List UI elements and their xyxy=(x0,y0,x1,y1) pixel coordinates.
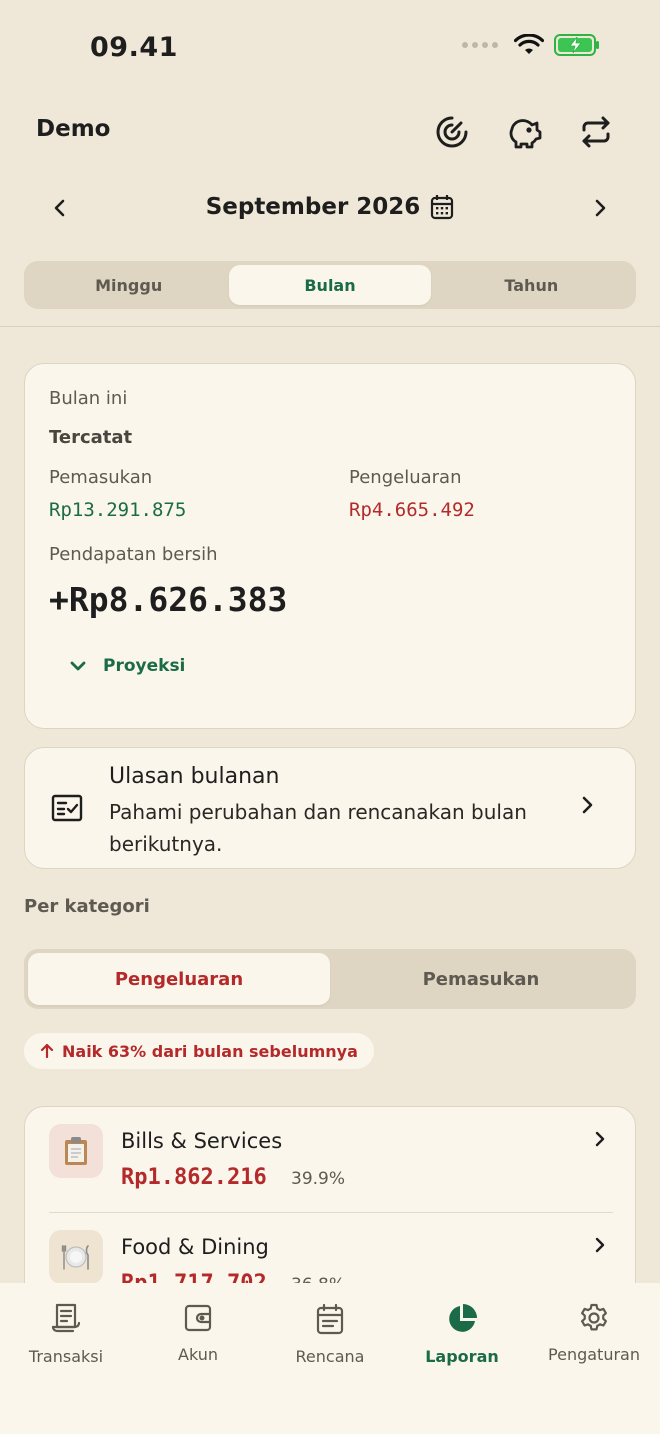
tab-year[interactable]: Tahun xyxy=(431,265,632,305)
recorded-label: Tercatat xyxy=(49,427,133,448)
review-subtitle: Pahami perubahan dan rencanakan bulan be… xyxy=(109,800,527,856)
net-income-label: Pendapatan bersih xyxy=(49,544,218,565)
nav-label: Laporan xyxy=(425,1347,499,1366)
nav-plans[interactable]: Rencana xyxy=(264,1283,396,1434)
expense-value: Rp4.665.492 xyxy=(349,499,475,521)
pie-chart-icon xyxy=(449,1304,477,1332)
arrow-up-icon xyxy=(40,1043,54,1059)
wifi-icon xyxy=(514,34,544,54)
savings-button[interactable] xyxy=(502,110,546,154)
category-percent: 39.9% xyxy=(291,1169,346,1189)
review-title: Ulasan bulanan xyxy=(109,764,280,789)
nav-settings[interactable]: Pengaturan xyxy=(528,1283,660,1434)
header-divider xyxy=(0,326,660,327)
gear-icon xyxy=(581,1303,607,1331)
summary-card: Bulan ini Tercatat Pemasukan Rp13.291.87… xyxy=(24,363,636,729)
category-section-title: Per kategori xyxy=(24,896,150,917)
category-name: Food & Dining xyxy=(121,1235,269,1259)
period-segmented-control: Minggu Bulan Tahun xyxy=(24,261,636,309)
nav-reports[interactable]: Laporan xyxy=(396,1283,528,1434)
chevron-right-icon xyxy=(582,796,593,814)
category-item-bills[interactable]: Bills & Services Rp1.862.216 39.9% xyxy=(25,1107,635,1213)
bottom-navigation: Transaksi Akun Rencana Laporan Pengatura… xyxy=(0,1283,660,1434)
net-income-value: +Rp8.626.383 xyxy=(49,580,288,619)
calendar-icon xyxy=(431,195,454,220)
nav-label: Transaksi xyxy=(28,1347,104,1366)
monthly-review-card[interactable]: Ulasan bulanan Pahami perubahan dan renc… xyxy=(24,747,636,869)
nav-label: Rencana xyxy=(295,1347,365,1366)
chevron-right-icon xyxy=(595,1131,605,1147)
tab-income[interactable]: Pemasukan xyxy=(330,953,632,1005)
income-label: Pemasukan xyxy=(49,467,153,488)
nav-label: Pengaturan xyxy=(548,1345,640,1364)
clipboard-icon xyxy=(49,1124,103,1178)
calendar-icon xyxy=(316,1303,344,1335)
category-name: Bills & Services xyxy=(121,1129,283,1153)
checklist-icon xyxy=(51,794,83,822)
month-label: September 2026 xyxy=(205,194,421,220)
category-amount: Rp1.862.216 xyxy=(121,1165,267,1190)
projection-label: Proyeksi xyxy=(103,656,186,676)
status-bar: 09.41 xyxy=(0,0,660,96)
wallet-icon xyxy=(184,1304,212,1332)
nav-label: Akun xyxy=(178,1345,218,1364)
change-text: Naik 63% dari bulan sebelumnya xyxy=(62,1041,358,1061)
tab-week[interactable]: Minggu xyxy=(28,265,229,305)
status-time: 09.41 xyxy=(90,32,178,63)
chevron-right-icon xyxy=(595,1237,605,1253)
chevron-right-icon xyxy=(595,199,606,217)
piggy-bank-icon xyxy=(509,119,542,149)
fork-knife-icon xyxy=(49,1230,103,1284)
radar-icon xyxy=(436,116,468,148)
tab-month[interactable]: Bulan xyxy=(229,265,431,305)
expense-label: Pengeluaran xyxy=(349,467,462,488)
category-type-segmented-control: Pengeluaran Pemasukan xyxy=(24,949,636,1009)
header-actions xyxy=(430,110,618,154)
nav-transactions[interactable]: Transaksi xyxy=(0,1283,132,1434)
income-value: Rp13.291.875 xyxy=(49,499,187,521)
radar-button[interactable] xyxy=(430,110,474,154)
app-title: Demo xyxy=(36,116,111,142)
period-label: Bulan ini xyxy=(49,388,128,409)
projection-toggle[interactable]: Proyeksi xyxy=(69,656,185,676)
chevron-down-icon xyxy=(70,661,86,671)
battery-icon xyxy=(554,34,599,56)
nav-accounts[interactable]: Akun xyxy=(132,1283,264,1434)
receipt-icon xyxy=(51,1303,81,1333)
month-picker[interactable]: September 2026 xyxy=(0,194,660,220)
change-badge: Naik 63% dari bulan sebelumnya xyxy=(24,1033,374,1069)
next-month-button[interactable] xyxy=(580,188,620,228)
status-icons xyxy=(462,34,600,56)
signal-icon xyxy=(462,42,498,48)
repeat-icon xyxy=(582,116,610,148)
tab-expense[interactable]: Pengeluaran xyxy=(28,953,330,1005)
transfer-button[interactable] xyxy=(574,110,618,154)
month-navigator: September 2026 xyxy=(0,182,660,234)
app-header: Demo xyxy=(0,100,660,160)
